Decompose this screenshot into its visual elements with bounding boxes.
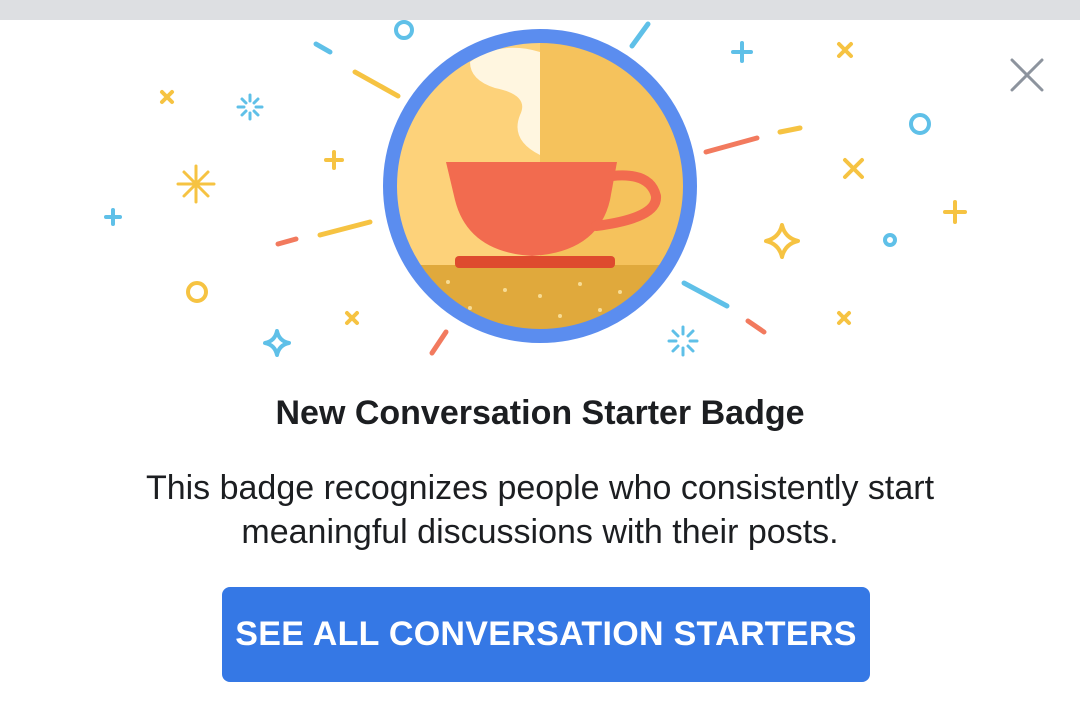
see-all-conversation-starters-button[interactable]: SEE ALL CONVERSATION STARTERS [222,587,870,682]
badge-title: New Conversation Starter Badge [275,394,805,432]
top-status-strip [0,0,1080,20]
conversation-starter-badge-illustration [104,20,967,357]
close-button[interactable] [1004,52,1050,98]
close-icon [1010,58,1044,92]
badge-description: This badge recognizes people who consist… [145,469,935,551]
coffee-badge [383,29,697,343]
